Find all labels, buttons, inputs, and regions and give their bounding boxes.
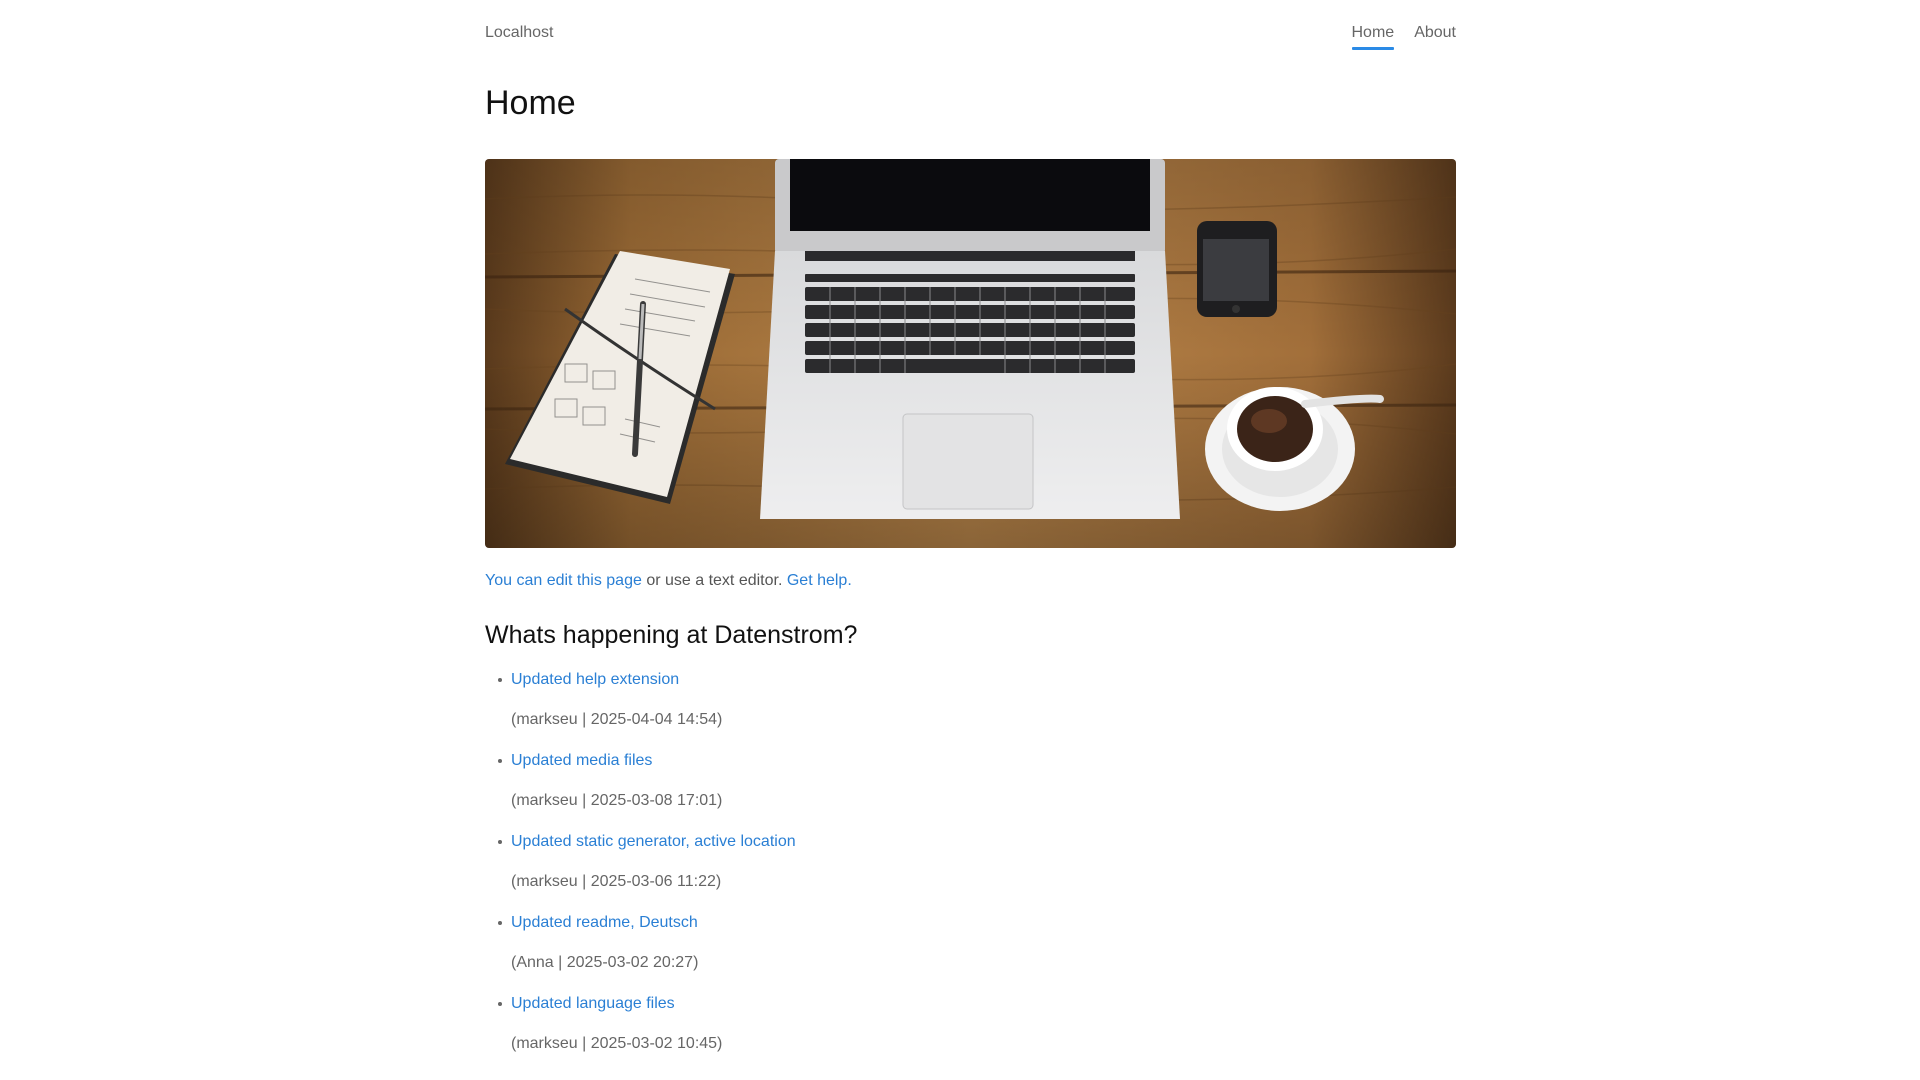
change-title-link[interactable]: Updated help extension — [511, 670, 1456, 690]
section-heading: Whats happening at Datenstrom? — [485, 621, 858, 649]
list-item: Updated readme, Deutsch (Anna | 2025-03-… — [498, 913, 1456, 973]
change-meta: (markseu | 2025-03-06 11:22) — [511, 873, 722, 890]
change-title-link[interactable]: Updated media files — [511, 751, 1456, 771]
page-title: Home — [485, 84, 576, 122]
phone-graphic — [1197, 221, 1277, 317]
change-title-link[interactable]: Updated readme, Deutsch — [511, 913, 1456, 933]
bullet-icon — [498, 759, 502, 763]
bullet-icon — [498, 921, 502, 925]
change-title-link[interactable]: Updated static generator, active locatio… — [511, 832, 1456, 852]
bullet-icon — [498, 840, 502, 844]
intro-text: or use a text editor. — [641, 572, 787, 589]
change-meta: (markseu | 2025-03-08 17:01) — [511, 792, 723, 809]
site-title-link[interactable]: Localhost — [485, 24, 554, 42]
hero-image — [485, 159, 1456, 548]
get-help-link[interactable]: Get help. — [787, 572, 852, 589]
bullet-icon — [498, 1002, 502, 1006]
change-meta: (markseu | 2025-04-04 14:54) — [511, 711, 723, 728]
list-item: Updated static generator, active locatio… — [498, 832, 1456, 892]
laptop-graphic — [760, 159, 1180, 519]
changes-list: Updated help extension (markseu | 2025-0… — [485, 670, 1456, 1054]
change-meta: (Anna | 2025-03-02 20:27) — [511, 954, 699, 971]
main-nav: Home About — [1351, 24, 1456, 50]
nav-home[interactable]: Home — [1351, 24, 1394, 50]
nav-about[interactable]: About — [1414, 24, 1456, 50]
list-item: Updated media files (markseu | 2025-03-0… — [498, 751, 1456, 811]
change-meta: (markseu | 2025-03-02 10:45) — [511, 1035, 723, 1052]
change-title-link[interactable]: Updated language files — [511, 994, 1456, 1014]
bullet-icon — [498, 678, 502, 682]
list-item: Updated language files (markseu | 2025-0… — [498, 994, 1456, 1054]
site-header: Localhost Home About — [485, 0, 1456, 58]
list-item: Updated help extension (markseu | 2025-0… — [498, 670, 1456, 730]
edit-page-link[interactable]: You can edit this page — [485, 572, 642, 589]
page-container: Localhost Home About Home You can edit t… — [485, 0, 1456, 1075]
intro-paragraph: You can edit this page or use a text edi… — [485, 572, 1456, 590]
